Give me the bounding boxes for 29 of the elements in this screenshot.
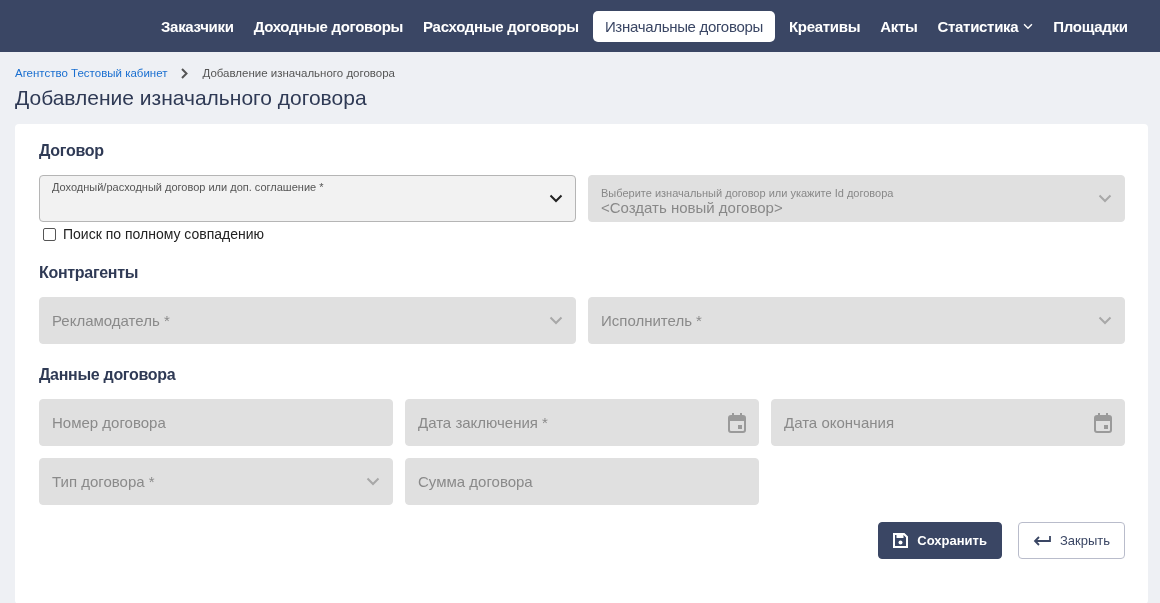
chevron-down-icon	[1098, 194, 1112, 203]
nav-tab[interactable]: Изначальные договоры	[592, 10, 775, 42]
calendar-icon	[1094, 412, 1112, 433]
nav-tab[interactable]: Расходные договоры	[414, 10, 588, 42]
chevron-down-icon	[366, 477, 380, 486]
page-title: Добавление изначального договора	[15, 86, 368, 111]
nav-tab[interactable]: Креативы	[780, 10, 870, 42]
select-field[interactable]: Доходный/расходный договор или доп. соглашение *	[39, 175, 576, 222]
breadcrumb-current: Добавление изначального договора	[202, 67, 395, 79]
close-button[interactable]: Закрыть	[1017, 522, 1125, 559]
section-title: Контрагенты	[39, 264, 140, 283]
nav-tab[interactable]: Площадки	[1044, 10, 1137, 42]
save-button[interactable]: Сохранить	[878, 522, 1002, 559]
section-title: Договор	[39, 142, 105, 161]
checkbox-label: Поиск по полному совпадению	[63, 226, 265, 242]
nav-tab[interactable]: Заказчики	[152, 10, 243, 42]
nav-tab[interactable]: Доходные договоры	[244, 10, 413, 42]
chevron-down-icon	[1098, 316, 1112, 325]
chevron-down-icon	[1023, 22, 1034, 30]
return-arrow-icon	[1032, 534, 1051, 547]
nav-tab[interactable]: Статистика	[928, 10, 1043, 42]
chevron-down-icon	[549, 316, 563, 325]
section-title: Данные договора	[39, 366, 177, 385]
chevron-right-icon	[181, 67, 189, 79]
checkbox[interactable]	[43, 227, 56, 241]
nav-tab[interactable]: Акты	[871, 10, 927, 42]
calendar-icon	[728, 412, 746, 433]
chevron-down-icon	[549, 194, 563, 203]
breadcrumb-link[interactable]: Агентство Тестовый кабинет	[15, 67, 168, 79]
